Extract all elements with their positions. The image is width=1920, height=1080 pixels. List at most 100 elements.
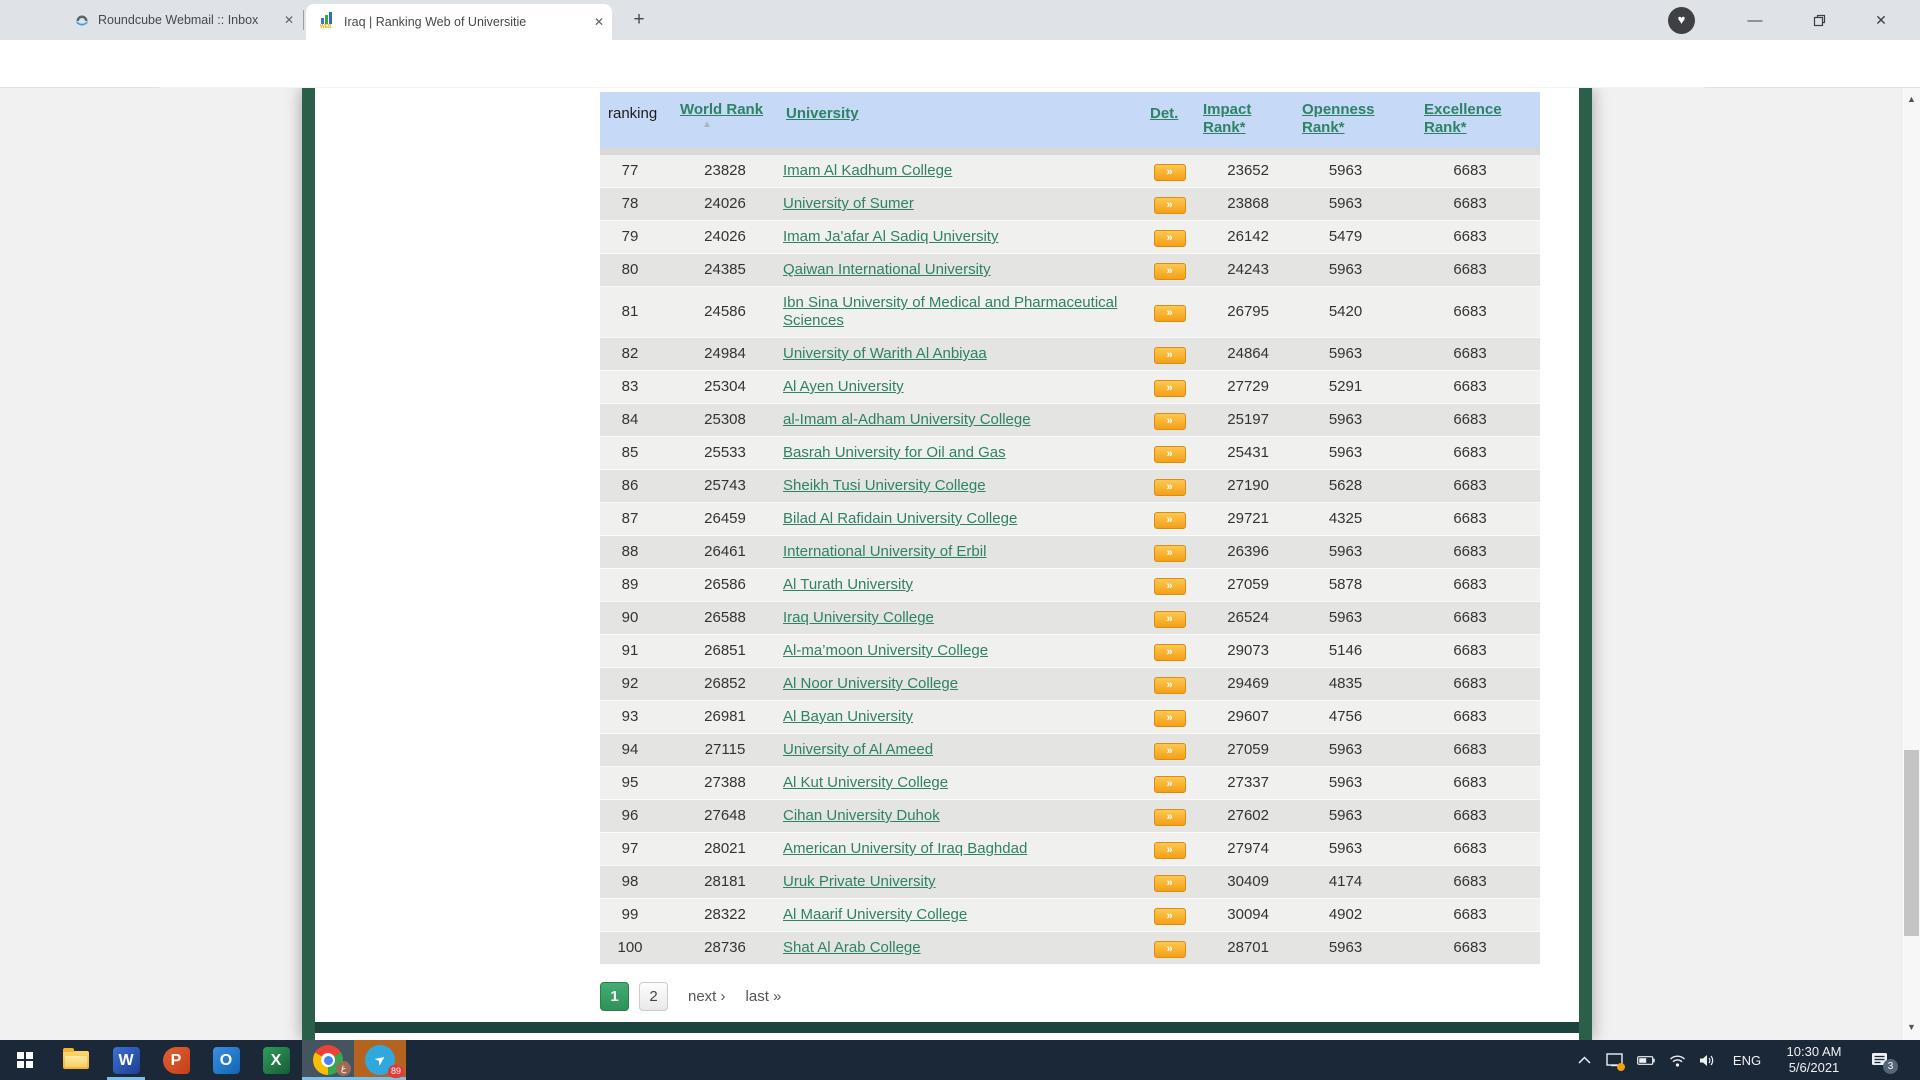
det-cell: » bbox=[1142, 228, 1197, 247]
telegram-button-highlighted[interactable]: ➤ 89 bbox=[354, 1040, 406, 1080]
university-link[interactable]: Al Turath University bbox=[783, 576, 913, 593]
new-tab-button[interactable]: + bbox=[626, 8, 652, 34]
detail-button[interactable]: » bbox=[1154, 512, 1186, 529]
detail-button[interactable]: » bbox=[1154, 305, 1186, 322]
university-link[interactable]: Imam Al Kadhum College bbox=[783, 162, 952, 179]
column-header-impact-rank[interactable]: Impact Rank* bbox=[1197, 92, 1275, 148]
tray-device-icon[interactable] bbox=[1600, 1040, 1628, 1080]
university-link[interactable]: International University of Erbil bbox=[783, 543, 986, 560]
window-minimize-button[interactable]: — bbox=[1732, 0, 1778, 40]
detail-button[interactable]: » bbox=[1154, 644, 1186, 661]
university-cell: Basrah University for Oil and Gas bbox=[772, 437, 1142, 469]
tray-clock[interactable]: 10:30 AM 5/6/2021 bbox=[1770, 1040, 1858, 1080]
scroll-down-icon[interactable]: ▼ bbox=[1902, 1022, 1920, 1032]
detail-button[interactable]: » bbox=[1154, 710, 1186, 727]
university-cell: Uruk Private University bbox=[772, 866, 1142, 898]
pagination-next-link[interactable]: next › bbox=[688, 988, 726, 1005]
detail-button[interactable]: » bbox=[1154, 875, 1186, 892]
university-link[interactable]: University of Sumer bbox=[783, 195, 914, 212]
university-link[interactable]: Al-ma’moon University College bbox=[783, 642, 988, 659]
det-cell: » bbox=[1142, 708, 1197, 727]
column-header-det[interactable]: Det. bbox=[1142, 92, 1197, 148]
detail-button[interactable]: » bbox=[1154, 479, 1186, 496]
table-row: 8926586Al Turath University»270595878668… bbox=[600, 569, 1540, 602]
tray-chevron-up-icon[interactable] bbox=[1570, 1040, 1598, 1080]
detail-button[interactable]: » bbox=[1154, 230, 1186, 247]
scroll-up-icon[interactable]: ▲ bbox=[1902, 94, 1920, 104]
pagination-page-1-current[interactable]: 1 bbox=[600, 982, 629, 1011]
university-link[interactable]: Imam Ja'afar Al Sadiq University bbox=[783, 228, 998, 245]
detail-button[interactable]: » bbox=[1154, 545, 1186, 562]
university-link[interactable]: Al Kut University College bbox=[783, 774, 948, 791]
detail-button[interactable]: » bbox=[1154, 578, 1186, 595]
university-link[interactable]: Al Bayan University bbox=[783, 708, 913, 725]
detail-button[interactable]: » bbox=[1154, 263, 1186, 280]
excellence-rank-cell: 6683 bbox=[1400, 162, 1540, 180]
university-link[interactable]: Al Noor University College bbox=[783, 675, 958, 692]
university-link[interactable]: Cihan University Duhok bbox=[783, 807, 940, 824]
tray-battery-icon[interactable] bbox=[1632, 1040, 1660, 1080]
close-tab-icon[interactable]: ✕ bbox=[586, 15, 612, 29]
university-link[interactable]: Uruk Private University bbox=[783, 873, 936, 890]
university-link[interactable]: Bilad Al Rafidain University College bbox=[783, 510, 1017, 527]
openness-rank-cell: 4174 bbox=[1275, 873, 1400, 891]
pagination-last-link[interactable]: last » bbox=[746, 988, 782, 1005]
column-header-openness-rank[interactable]: Openness Rank* bbox=[1275, 92, 1400, 148]
university-link[interactable]: Ibn Sina University of Medical and Pharm… bbox=[783, 294, 1117, 329]
detail-button[interactable]: » bbox=[1154, 677, 1186, 694]
window-restore-button[interactable] bbox=[1796, 0, 1842, 40]
university-link[interactable]: Al Maarif University College bbox=[783, 906, 967, 923]
university-link[interactable]: University of Warith Al Anbiyaa bbox=[783, 345, 987, 362]
detail-button[interactable]: » bbox=[1154, 809, 1186, 826]
detail-button[interactable]: » bbox=[1154, 197, 1186, 214]
chrome-button-active[interactable]: غ bbox=[302, 1040, 354, 1080]
university-link[interactable]: Basrah University for Oil and Gas bbox=[783, 444, 1006, 461]
detail-button[interactable]: » bbox=[1154, 908, 1186, 925]
detail-button[interactable]: » bbox=[1154, 611, 1186, 628]
window-close-button[interactable]: ✕ bbox=[1858, 0, 1904, 40]
column-header-excellence-rank[interactable]: Excellence Rank* bbox=[1400, 92, 1540, 148]
detail-button[interactable]: » bbox=[1154, 164, 1186, 181]
detail-button[interactable]: » bbox=[1154, 941, 1186, 958]
university-link[interactable]: Al Ayen University bbox=[783, 378, 904, 395]
pagination-page-2[interactable]: 2 bbox=[639, 982, 668, 1011]
university-link[interactable]: Iraq University College bbox=[783, 609, 934, 626]
tray-volume-icon[interactable] bbox=[1693, 1040, 1721, 1080]
impact-rank-cell: 29721 bbox=[1197, 510, 1275, 528]
table-body: 7723828Imam Al Kadhum College»2365259636… bbox=[600, 155, 1540, 965]
university-cell: Al Ayen University bbox=[772, 371, 1142, 403]
word-button[interactable]: W bbox=[101, 1040, 151, 1080]
detail-button[interactable]: » bbox=[1154, 842, 1186, 859]
powerpoint-button[interactable]: P bbox=[151, 1040, 201, 1080]
university-link[interactable]: Qaiwan International University bbox=[783, 261, 991, 278]
tab-roundcube-webmail[interactable]: Roundcube Webmail :: Inbox ✕ bbox=[74, 4, 302, 36]
tray-language-indicator[interactable]: ENG bbox=[1726, 1040, 1768, 1080]
detail-button[interactable]: » bbox=[1154, 413, 1186, 430]
university-link[interactable]: Shat Al Arab College bbox=[783, 939, 921, 956]
world-rank-cell: 28736 bbox=[660, 939, 772, 957]
university-cell: Shat Al Arab College bbox=[772, 932, 1142, 964]
action-center-button[interactable]: 3 bbox=[1860, 1040, 1900, 1080]
scrollbar-thumb[interactable] bbox=[1904, 750, 1919, 936]
column-header-university[interactable]: University bbox=[772, 92, 1142, 148]
detail-button[interactable]: » bbox=[1154, 776, 1186, 793]
detail-button[interactable]: » bbox=[1154, 380, 1186, 397]
file-explorer-button[interactable] bbox=[51, 1040, 101, 1080]
detail-button[interactable]: » bbox=[1154, 347, 1186, 364]
university-link[interactable]: al-Imam al-Adham University College bbox=[783, 411, 1031, 428]
tray-wifi-icon[interactable] bbox=[1663, 1040, 1691, 1080]
university-link[interactable]: American University of Iraq Baghdad bbox=[783, 840, 1027, 857]
page-scrollbar[interactable]: ▲ ▼ bbox=[1901, 88, 1920, 1040]
outlook-button[interactable]: O bbox=[201, 1040, 251, 1080]
detail-button[interactable]: » bbox=[1154, 743, 1186, 760]
openness-rank-cell: 5963 bbox=[1275, 807, 1400, 825]
column-header-world-rank[interactable]: World Rank ▲ bbox=[660, 92, 772, 148]
university-link[interactable]: University of Al Ameed bbox=[783, 741, 933, 758]
excel-button[interactable]: X bbox=[251, 1040, 301, 1080]
start-button[interactable] bbox=[0, 1040, 50, 1080]
university-link[interactable]: Sheikh Tusi University College bbox=[783, 477, 986, 494]
heart-icon[interactable]: ♥ bbox=[1668, 7, 1695, 34]
tab-webometrics-iraq[interactable]: WEB Iraq | Ranking Web of Universitie ✕ bbox=[306, 4, 612, 40]
detail-button[interactable]: » bbox=[1154, 446, 1186, 463]
close-tab-icon[interactable]: ✕ bbox=[276, 13, 302, 27]
